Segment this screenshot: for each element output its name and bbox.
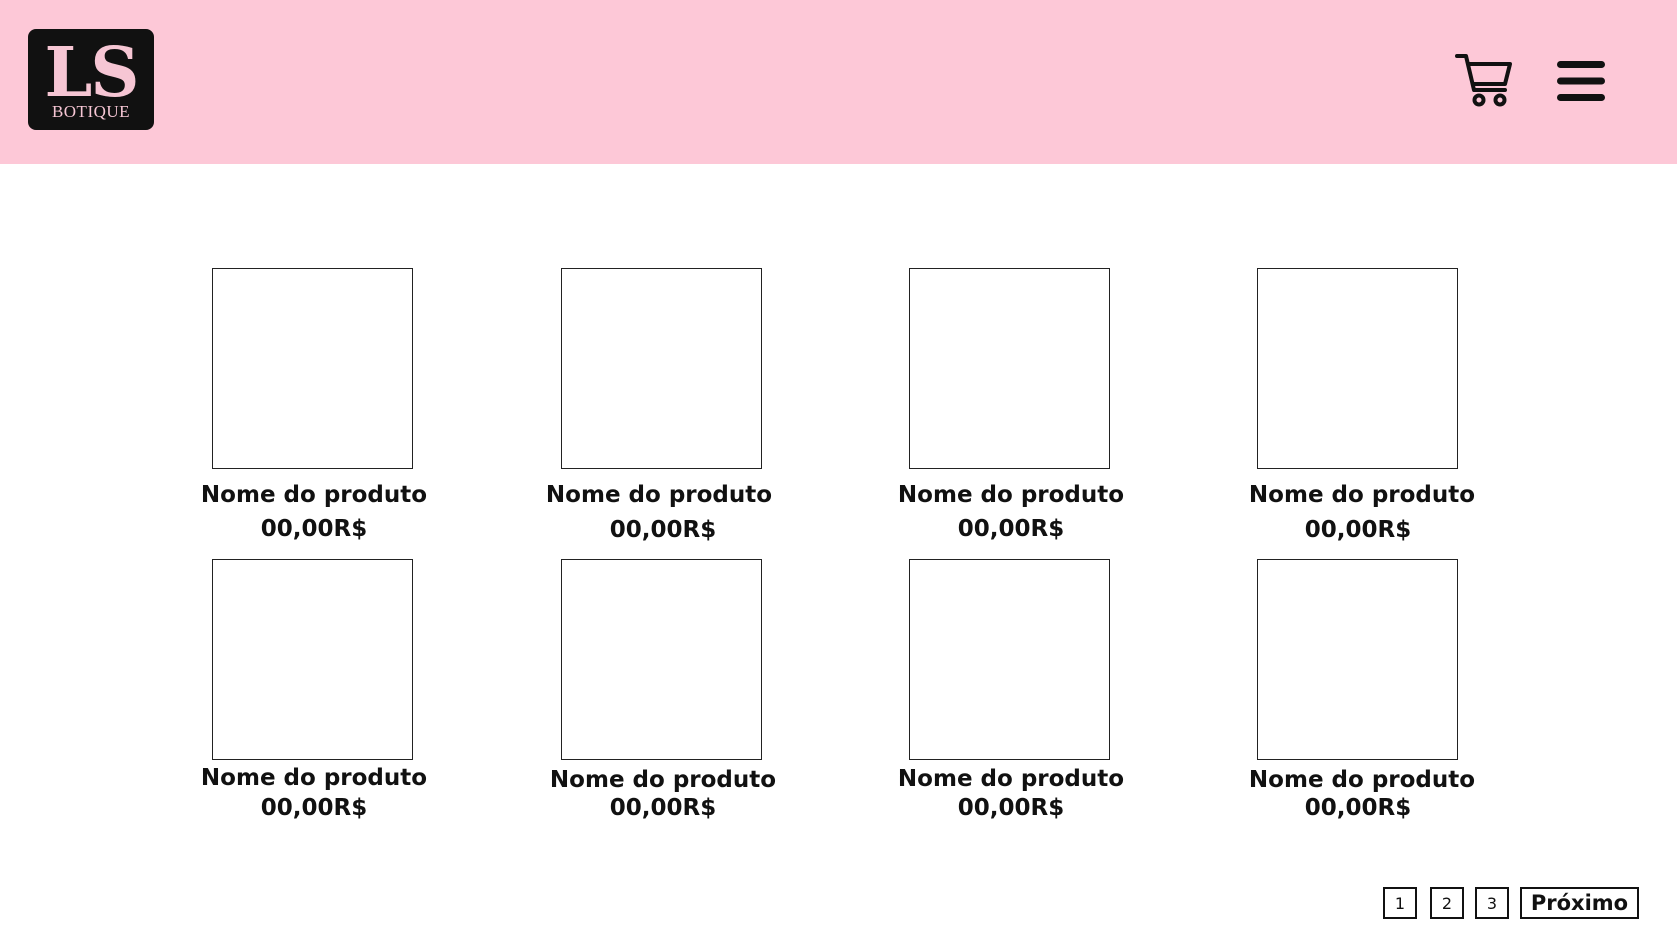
product-image-placeholder[interactable] xyxy=(212,559,413,760)
product-name[interactable]: Nome do produto xyxy=(194,482,434,508)
product-price: 00,00R$ xyxy=(1304,517,1412,543)
product-image-placeholder[interactable] xyxy=(212,268,413,469)
product-price: 00,00R$ xyxy=(957,795,1065,821)
product-image-placeholder[interactable] xyxy=(909,559,1110,760)
product-name[interactable]: Nome do produto xyxy=(539,482,779,508)
page-3-button[interactable]: 3 xyxy=(1475,887,1509,919)
next-page-button[interactable]: Próximo xyxy=(1520,887,1639,919)
product-price: 00,00R$ xyxy=(609,795,717,821)
product-name[interactable]: Nome do produto xyxy=(891,766,1131,792)
product-price: 00,00R$ xyxy=(957,516,1065,542)
product-name[interactable]: Nome do produto xyxy=(1242,482,1482,508)
product-name[interactable]: Nome do produto xyxy=(891,482,1131,508)
product-price: 00,00R$ xyxy=(609,517,717,543)
product-name[interactable]: Nome do produto xyxy=(543,767,783,793)
product-image-placeholder[interactable] xyxy=(561,268,762,469)
product-name[interactable]: Nome do produto xyxy=(1242,767,1482,793)
product-grid: Nome do produto 00,00R$ Nome do produto … xyxy=(0,0,1677,939)
product-price: 00,00R$ xyxy=(260,795,368,821)
product-name[interactable]: Nome do produto xyxy=(194,765,434,791)
product-price: 00,00R$ xyxy=(260,516,368,542)
product-image-placeholder[interactable] xyxy=(909,268,1110,469)
page-2-button[interactable]: 2 xyxy=(1430,887,1464,919)
page-1-button[interactable]: 1 xyxy=(1383,887,1417,919)
product-image-placeholder[interactable] xyxy=(1257,268,1458,469)
product-image-placeholder[interactable] xyxy=(561,559,762,760)
product-image-placeholder[interactable] xyxy=(1257,559,1458,760)
product-price: 00,00R$ xyxy=(1304,795,1412,821)
